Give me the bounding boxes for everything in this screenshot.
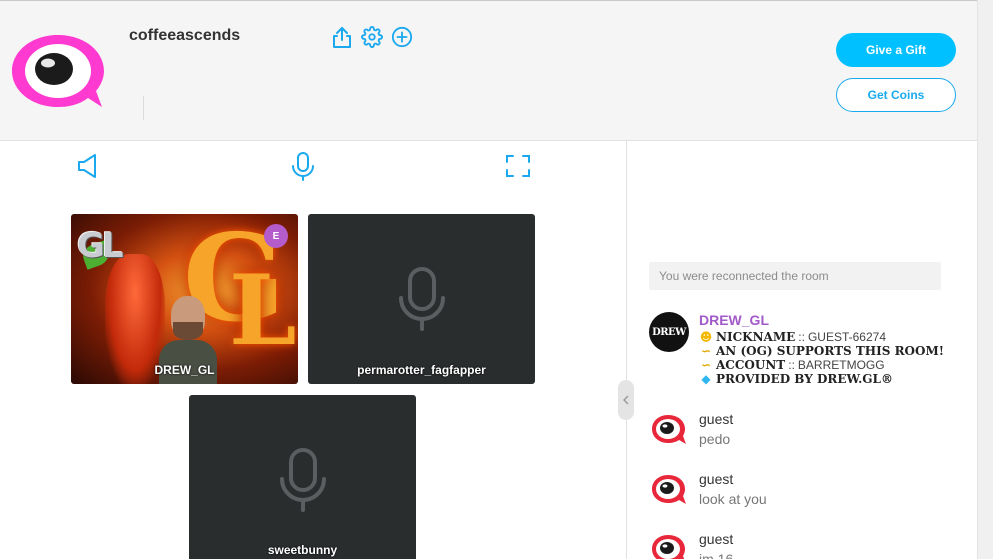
chevron-left-icon	[623, 395, 629, 405]
microphone-placeholder-icon	[398, 267, 445, 331]
room-title: coffeeascends	[129, 27, 241, 44]
line-label: ACCOUNT	[716, 358, 786, 372]
video-tile-sweetbunny[interactable]: sweetbunny	[189, 395, 416, 559]
give-gift-button[interactable]: Give a Gift	[836, 33, 956, 67]
app-logo[interactable]	[8, 31, 108, 111]
settings-gear-icon[interactable]	[360, 25, 384, 49]
tile-username: sweetbunny	[267, 543, 338, 557]
share-icon[interactable]	[330, 25, 354, 49]
volume-icon[interactable]	[77, 153, 99, 184]
snake-icon: ∽	[700, 344, 712, 358]
microphone-icon[interactable]	[290, 151, 316, 186]
message-text: look at you	[699, 491, 767, 507]
pinned-message-body: ☻ NICKNAME:: GUEST-66274 ∽ AN (OG) SUPPOR…	[699, 330, 944, 386]
message-text: im 16	[699, 551, 734, 559]
get-coins-button[interactable]: Get Coins	[836, 78, 956, 112]
line-value: GUEST-66274	[807, 330, 886, 344]
panel-divider	[626, 141, 627, 559]
line-label: NICKNAME	[716, 330, 796, 344]
guest-avatar-icon[interactable]	[649, 471, 689, 511]
guest-avatar-icon[interactable]	[649, 531, 689, 559]
message-text: pedo	[699, 431, 731, 447]
snake-icon: ∽	[700, 358, 712, 372]
collapse-chat-handle[interactable]	[618, 380, 634, 420]
header-divider	[143, 96, 144, 120]
sunglasses-face-icon: ☻	[699, 330, 713, 344]
line-sep: ::	[788, 358, 795, 372]
message-username[interactable]: guest	[699, 471, 733, 487]
fullscreen-icon[interactable]	[505, 154, 531, 183]
line-value: BARRETMOGG	[797, 358, 885, 372]
pinned-line: ∽ ACCOUNT:: BARRETMOGG	[699, 358, 944, 372]
tile-badge: E	[264, 224, 288, 248]
diamond-icon: ◆	[701, 372, 711, 386]
add-circle-icon[interactable]	[390, 25, 414, 49]
line-sep: ::	[798, 330, 805, 344]
message-username[interactable]: guest	[699, 411, 733, 427]
guest-avatar-icon[interactable]	[649, 411, 689, 451]
video-tile-drew-gl[interactable]: G L GL E DREW_GL	[71, 214, 298, 384]
message-username[interactable]: DREW_GL	[699, 312, 769, 328]
header-actions	[330, 25, 414, 49]
tile-username: permarotter_fagfapper	[357, 363, 486, 377]
room-page: coffeeascends Give a Gift Get Coins G L …	[0, 0, 993, 559]
avatar[interactable]: DREW	[649, 312, 689, 352]
pinned-line: ◆ PROVIDED BY DREW.GL®	[699, 372, 944, 386]
system-notice: You were reconnected the room	[649, 262, 941, 290]
pinned-line: ∽ AN (OG) SUPPORTS THIS ROOM!	[699, 344, 944, 358]
line-label: AN (OG) SUPPORTS THIS ROOM!	[716, 344, 945, 358]
video-tile-permarotter[interactable]: permarotter_fagfapper	[308, 214, 535, 384]
page-scrollbar[interactable]	[977, 0, 993, 559]
fire-letter-l-graphic: L	[229, 254, 297, 367]
line-label: PROVIDED BY DREW.GL®	[716, 372, 893, 386]
room-header: coffeeascends Give a Gift Get Coins	[0, 1, 977, 141]
microphone-placeholder-icon	[279, 448, 326, 512]
message-username[interactable]: guest	[699, 531, 733, 547]
pinned-line: ☻ NICKNAME:: GUEST-66274	[699, 330, 944, 344]
gl-logo-graphic: GL	[77, 226, 124, 266]
tile-username: DREW_GL	[154, 363, 215, 377]
